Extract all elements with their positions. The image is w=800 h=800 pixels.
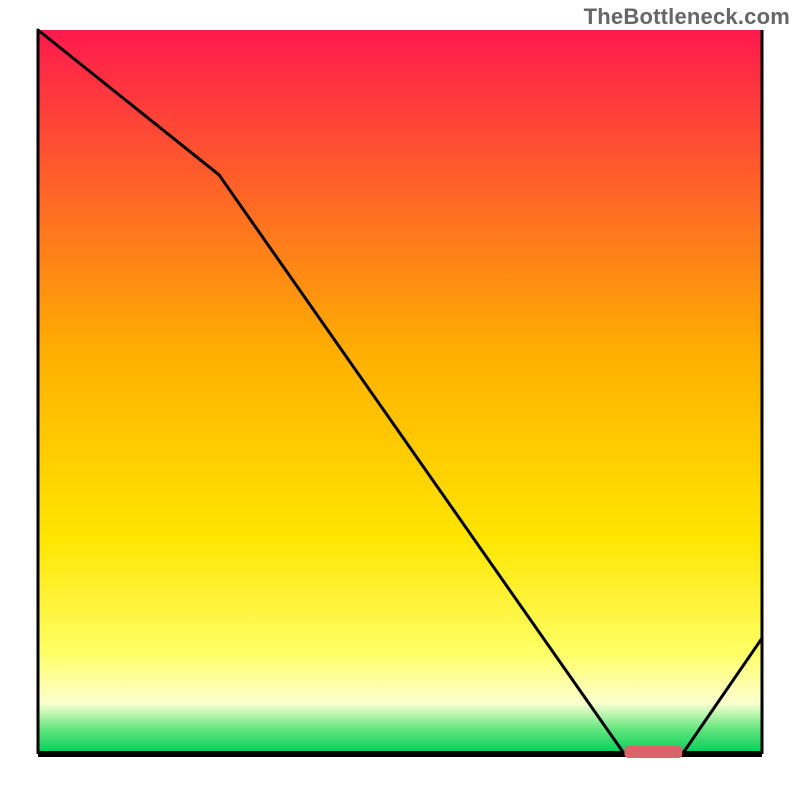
chart-frame: TheBottleneck.com (0, 0, 800, 800)
plot-background (38, 30, 762, 754)
chart-svg (0, 0, 800, 800)
optimal-marker (624, 746, 682, 758)
